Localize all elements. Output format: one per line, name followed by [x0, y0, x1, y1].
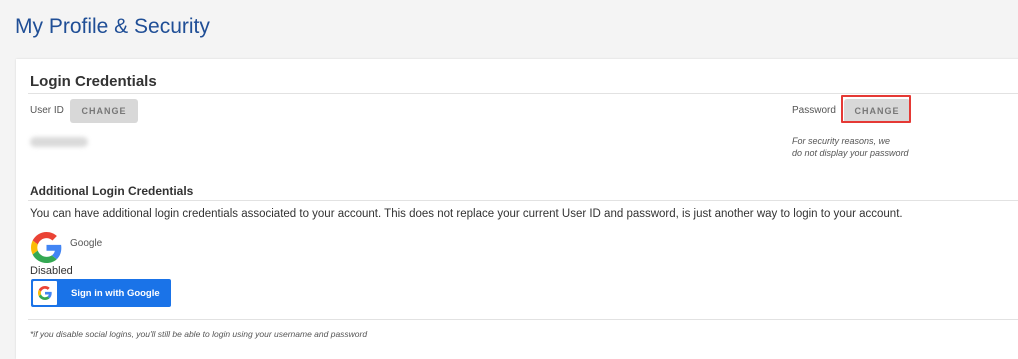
google-logo-icon	[31, 232, 62, 263]
sign-in-with-google-label: Sign in with Google	[71, 287, 160, 299]
password-security-note: For security reasons, we do not display …	[792, 135, 932, 159]
divider	[28, 93, 1018, 94]
user-id-value-blurred	[30, 137, 88, 147]
sign-in-with-google-button[interactable]: Sign in with Google	[31, 279, 171, 307]
divider	[28, 319, 1018, 320]
divider	[28, 200, 1018, 201]
social-login-footnote: *if you disable social logins, you'll st…	[30, 329, 368, 339]
additional-credentials-description: You can have additional login credential…	[30, 208, 903, 220]
login-credentials-title: Login Credentials	[30, 73, 157, 90]
google-g-icon	[33, 281, 57, 305]
user-id-label: User ID	[30, 105, 64, 116]
change-user-id-button[interactable]: CHANGE	[70, 99, 138, 123]
password-note-line-1: For security reasons, we	[792, 136, 891, 146]
change-password-button[interactable]: CHANGE	[844, 99, 910, 123]
profile-security-card: Login Credentials User ID CHANGE Passwor…	[16, 59, 1018, 359]
password-label: Password	[792, 105, 836, 116]
password-note-line-2: do not display your password	[792, 148, 909, 158]
page-title: My Profile & Security	[15, 15, 210, 38]
google-status: Disabled	[30, 265, 73, 277]
google-provider-name: Google	[70, 238, 103, 249]
additional-credentials-title: Additional Login Credentials	[30, 184, 194, 198]
